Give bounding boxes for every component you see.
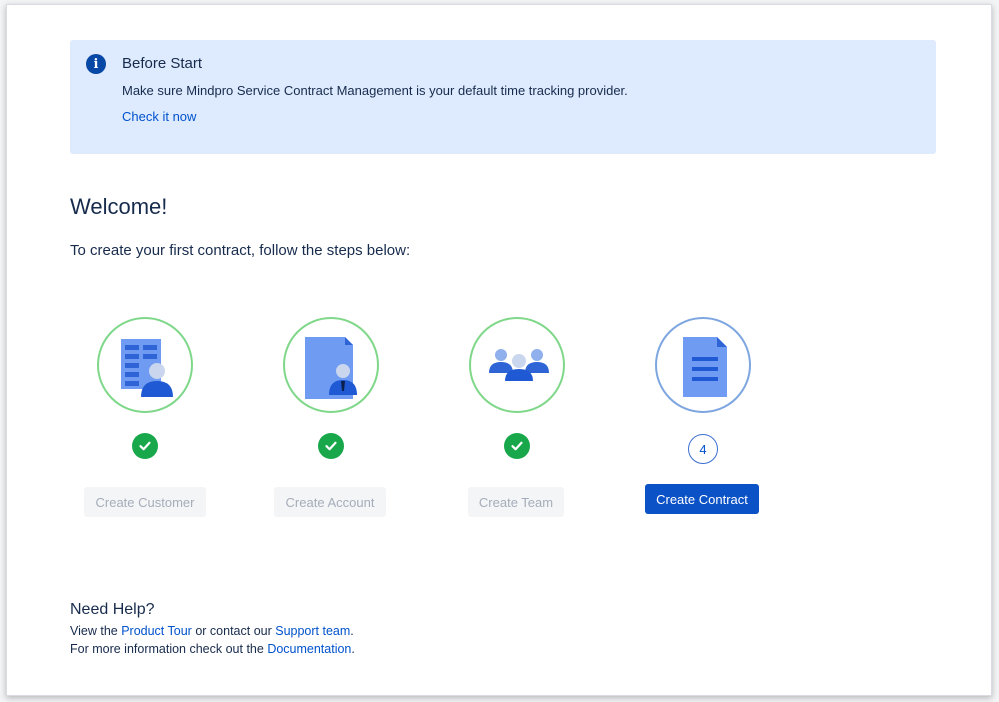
help-text: . (351, 642, 355, 656)
help-text: . (350, 624, 354, 638)
create-customer-button[interactable]: Create Customer (84, 487, 206, 517)
create-account-button[interactable]: Create Account (274, 487, 386, 517)
documentation-link[interactable]: Documentation (267, 642, 351, 656)
notice-text: Make sure Mindpro Service Contract Manag… (122, 83, 628, 98)
team-icon (489, 349, 549, 381)
help-text: For more information check out the (70, 642, 268, 656)
account-icon (305, 337, 357, 399)
step-circle (97, 317, 193, 413)
contract-icon (683, 337, 727, 397)
app-window: i Before Start Make sure Mindpro Service… (6, 4, 992, 696)
info-icon: i (86, 54, 106, 74)
step-done-check-icon (132, 433, 158, 459)
step-circle (283, 317, 379, 413)
help-line-docs: For more information check out the Docum… (70, 642, 355, 656)
help-line-tour: View the Product Tour or contact our Sup… (70, 624, 354, 638)
notice-title: Before Start (122, 55, 203, 72)
create-contract-button[interactable]: Create Contract (645, 484, 759, 514)
step-circle (655, 317, 751, 413)
check-it-now-link[interactable]: Check it now (122, 109, 196, 124)
product-tour-link[interactable]: Product Tour (121, 624, 192, 638)
customer-icon (121, 339, 173, 397)
support-team-link[interactable]: Support team (275, 624, 350, 638)
step-number-badge: 4 (688, 434, 718, 464)
step-circle (469, 317, 565, 413)
help-title: Need Help? (70, 601, 155, 618)
step-done-check-icon (504, 433, 530, 459)
create-team-button[interactable]: Create Team (468, 487, 564, 517)
step-done-check-icon (318, 433, 344, 459)
page-title: Welcome! (70, 194, 168, 219)
help-text: View the (70, 624, 122, 638)
intro-text: To create your first contract, follow th… (70, 242, 411, 259)
before-start-notice: i Before Start Make sure Mindpro Service… (70, 40, 936, 154)
help-text: or contact our (191, 624, 276, 638)
